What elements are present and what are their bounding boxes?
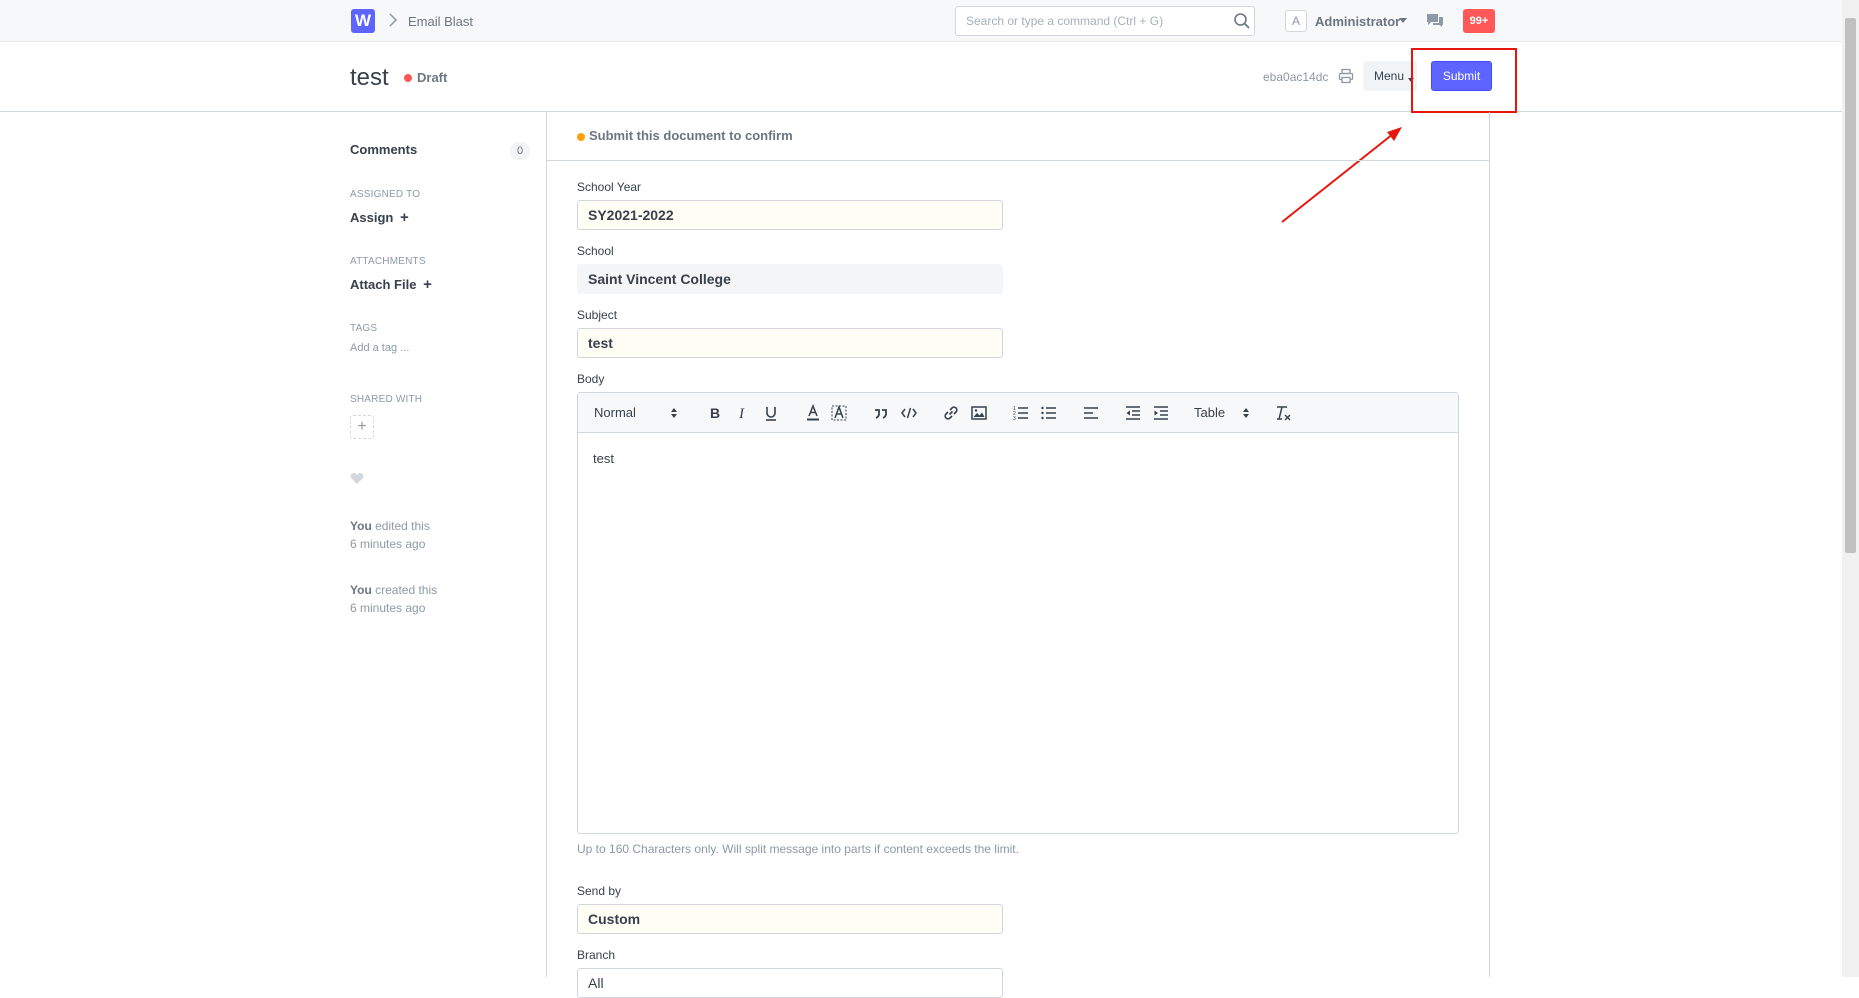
clear-formatting-icon[interactable] [1274, 404, 1292, 422]
shared-with-heading: SHARED WITH [350, 394, 423, 405]
timeline-user: You [350, 583, 372, 597]
branch-field[interactable]: All [577, 968, 1003, 998]
align-left-icon[interactable] [1082, 404, 1100, 422]
bullet-list-icon[interactable] [1040, 404, 1058, 422]
breadcrumb-separator-icon [388, 12, 398, 31]
like-heart-icon[interactable] [350, 472, 364, 485]
table-select[interactable]: Table [1194, 404, 1254, 422]
timeline-time: 6 minutes ago [350, 537, 426, 551]
attach-file-button[interactable]: Attach File + [350, 276, 432, 293]
attach-file-label: Attach File [350, 277, 417, 292]
plus-icon: + [399, 209, 409, 226]
timeline-user: You [350, 519, 372, 533]
body-editor[interactable]: Normal B I 123 Table test [577, 392, 1459, 834]
form-main: Submit this document to confirm School Y… [546, 112, 1490, 998]
table-select-value: Table [1194, 405, 1226, 420]
text-color-icon[interactable] [804, 404, 822, 422]
search-icon[interactable] [1233, 12, 1251, 30]
timeline-item-created: You created this 6 minutes ago [350, 581, 437, 617]
blockquote-icon[interactable] [872, 404, 890, 422]
ordered-list-icon[interactable]: 123 [1012, 404, 1030, 422]
page-title: test [350, 64, 389, 91]
send-by-label: Send by [577, 884, 622, 898]
heading-select-value: Normal [594, 405, 636, 420]
form-message-bar: Submit this document to confirm [547, 112, 1489, 161]
outdent-icon[interactable] [1124, 404, 1142, 422]
editor-toolbar: Normal B I 123 Table [578, 393, 1458, 433]
share-add-button[interactable]: + [350, 415, 374, 439]
timeline-action: edited this [371, 519, 430, 533]
app-logo[interactable]: W [351, 9, 375, 33]
search-input[interactable] [955, 6, 1255, 36]
school-label: School [577, 244, 614, 258]
annotation-highlight-box [1411, 48, 1517, 113]
menu-button[interactable]: Menu [1363, 61, 1417, 91]
print-icon[interactable] [1338, 68, 1354, 84]
assign-button[interactable]: Assign + [350, 209, 409, 226]
underline-icon[interactable] [762, 404, 780, 422]
comments-link[interactable]: Comments [350, 142, 417, 157]
timeline-time: 6 minutes ago [350, 601, 426, 615]
status-badge: Draft [417, 70, 448, 85]
page-head: test Draft eba0ac14dc Menu Submit [0, 42, 1842, 112]
assigned-to-heading: ASSIGNED TO [350, 189, 421, 200]
user-avatar[interactable]: A [1285, 10, 1307, 32]
editor-content[interactable]: test [593, 451, 614, 466]
school-year-label: School Year [577, 180, 642, 194]
select-arrows-icon [1243, 408, 1249, 418]
school-year-field[interactable]: SY2021-2022 [577, 200, 1003, 230]
notifications-badge[interactable]: 99+ [1463, 9, 1495, 33]
breadcrumb-email-blast[interactable]: Email Blast [408, 14, 473, 29]
add-tag-input[interactable]: Add a tag ... [350, 342, 409, 354]
svg-text:B: B [710, 405, 720, 421]
form-message: Submit this document to confirm [589, 128, 793, 143]
status-indicator-dot [404, 74, 412, 82]
subject-field[interactable]: test [577, 328, 1003, 358]
body-help-text: Up to 160 Characters only. Will split me… [577, 842, 1019, 856]
select-arrows-icon [671, 408, 677, 418]
assign-label: Assign [350, 210, 394, 225]
italic-icon[interactable]: I [734, 404, 752, 422]
caret-down-icon[interactable] [1399, 18, 1407, 23]
heading-select[interactable]: Normal [594, 404, 682, 422]
scrollbar-thumb[interactable] [1845, 18, 1856, 553]
document-id: eba0ac14dc [1263, 70, 1329, 84]
subject-label: Subject [577, 308, 618, 322]
tags-heading: TAGS [350, 323, 378, 334]
school-field: Saint Vincent College [577, 264, 1003, 294]
image-icon[interactable] [970, 404, 988, 422]
link-icon[interactable] [942, 404, 960, 422]
indent-icon[interactable] [1152, 404, 1170, 422]
svg-text:3: 3 [1013, 416, 1016, 422]
bold-icon[interactable]: B [706, 404, 724, 422]
svg-text:I: I [738, 406, 745, 422]
code-block-icon[interactable] [900, 404, 918, 422]
comments-count-badge: 0 [510, 142, 530, 160]
attachments-heading: ATTACHMENTS [350, 256, 426, 267]
branch-label: Branch [577, 948, 616, 962]
body-label: Body [577, 372, 605, 386]
chat-icon[interactable] [1425, 12, 1445, 30]
send-by-field[interactable]: Custom [577, 904, 1003, 934]
message-indicator-dot [577, 133, 585, 141]
timeline-action: created this [371, 583, 438, 597]
background-color-icon[interactable] [830, 404, 848, 422]
user-menu[interactable]: Administrator [1315, 14, 1400, 29]
navbar: W Email Blast A Administrator 99+ [0, 0, 1842, 42]
plus-icon: + [423, 276, 432, 293]
timeline-item-edited: You edited this 6 minutes ago [350, 517, 430, 553]
